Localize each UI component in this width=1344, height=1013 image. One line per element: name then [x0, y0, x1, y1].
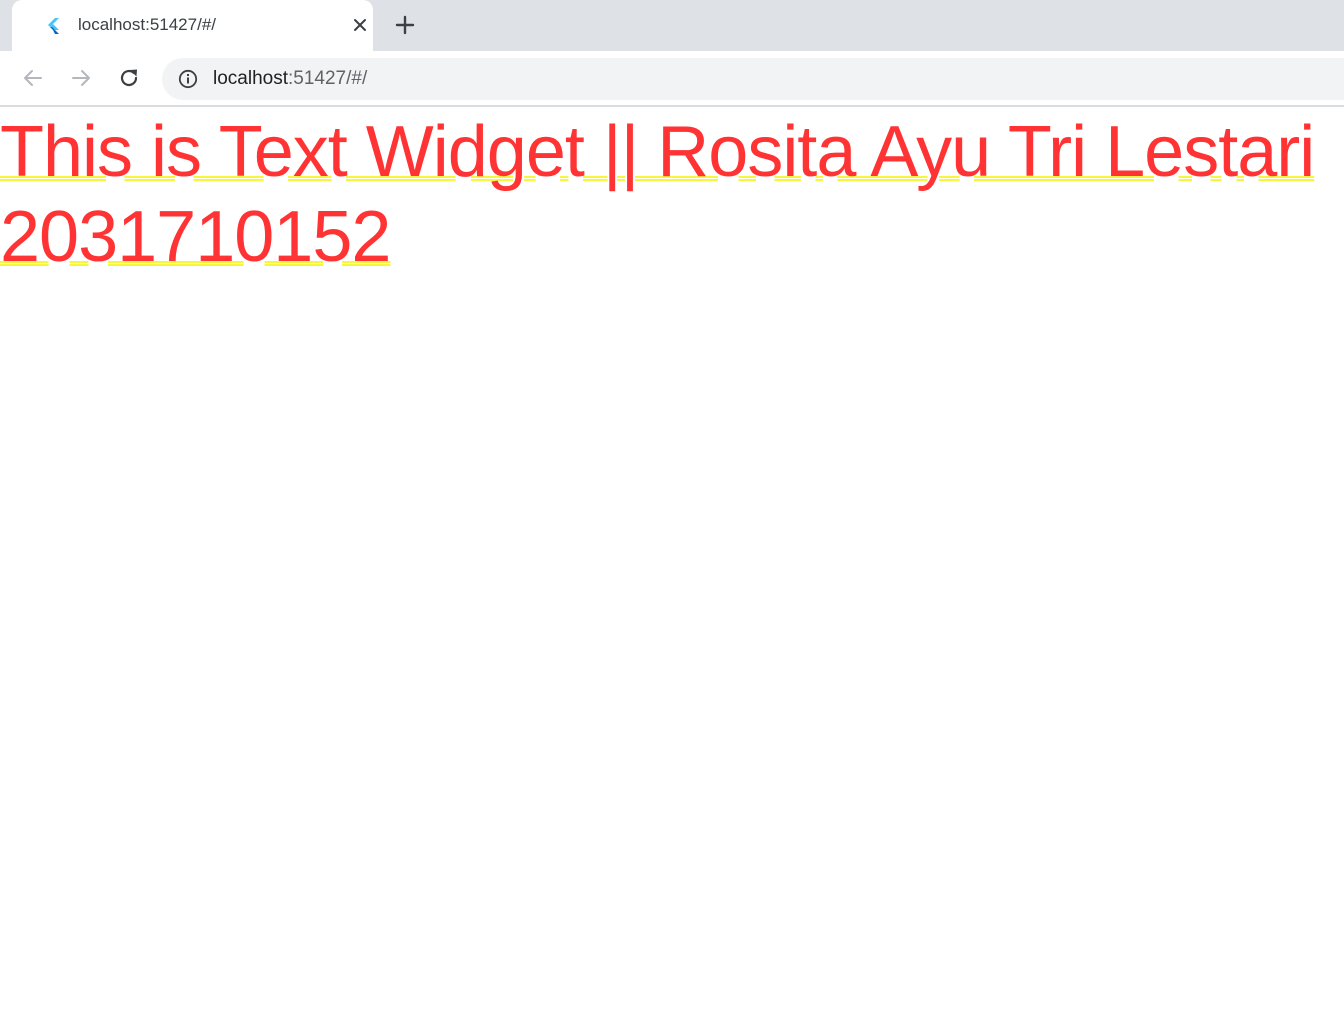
- text-widget: This is Text Widget || Rosita Ayu Tri Le…: [0, 112, 1315, 277]
- forward-arrow-icon[interactable]: [67, 64, 95, 92]
- reload-icon[interactable]: [115, 64, 143, 92]
- page-content: This is Text Widget || Rosita Ayu Tri Le…: [0, 107, 1344, 1013]
- close-icon[interactable]: [349, 14, 371, 36]
- address-bar[interactable]: localhost:51427/#/: [162, 58, 1344, 100]
- browser-toolbar: localhost:51427/#/: [0, 51, 1344, 107]
- plus-icon[interactable]: [392, 12, 418, 38]
- url-path: :51427/#/: [288, 68, 368, 89]
- info-icon[interactable]: [178, 69, 198, 89]
- browser-tab[interactable]: localhost:51427/#/: [12, 0, 373, 51]
- url-text[interactable]: localhost:51427/#/: [213, 68, 367, 90]
- back-arrow-icon[interactable]: [19, 64, 47, 92]
- tab-title: localhost:51427/#/: [78, 15, 216, 34]
- url-host: localhost: [213, 68, 288, 89]
- browser-tabstrip: localhost:51427/#/: [0, 0, 1344, 51]
- flutter-logo-icon: [48, 18, 59, 34]
